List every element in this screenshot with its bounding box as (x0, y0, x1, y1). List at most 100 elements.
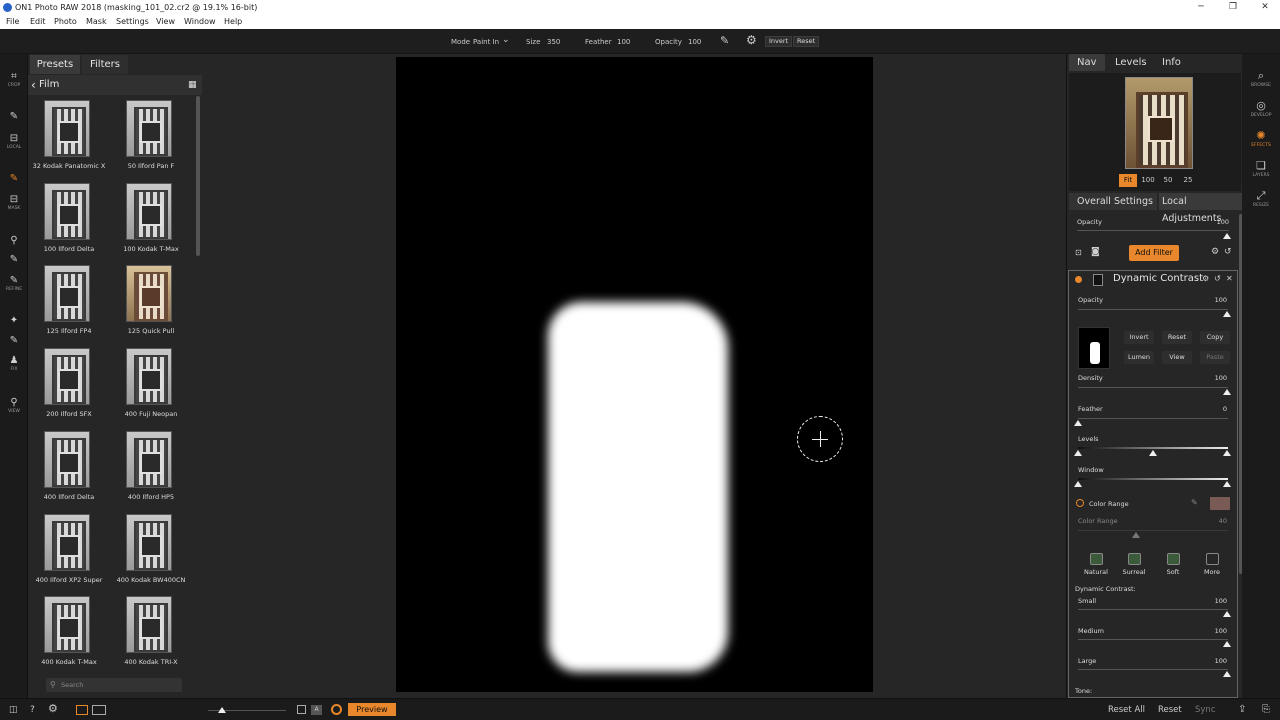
reset-button[interactable]: Reset (1158, 703, 1182, 717)
single-view-icon[interactable] (76, 705, 88, 715)
mask-copy-button[interactable]: Copy (1200, 331, 1230, 344)
levels-mid-handle[interactable] (1149, 450, 1157, 456)
magic-brush-icon[interactable]: ✎ (720, 34, 729, 47)
reset-all-button[interactable]: Reset All (1108, 703, 1145, 717)
mode-dropdown[interactable]: Paint In (473, 38, 499, 46)
close-button[interactable]: ✕ (1250, 0, 1280, 15)
levels-black-handle[interactable] (1074, 450, 1082, 456)
filter-opacity-slider[interactable] (1078, 309, 1228, 310)
zoom-50[interactable]: 50 (1159, 174, 1177, 187)
preset-item[interactable]: 400 Ilford HP5 (110, 427, 192, 509)
slider-handle[interactable] (1223, 671, 1231, 677)
reset-button[interactable]: Reset (793, 36, 820, 47)
slider-handle[interactable] (1223, 611, 1231, 617)
large-slider[interactable] (1078, 669, 1228, 670)
menu-file[interactable]: File (6, 15, 19, 29)
layer-opacity-value[interactable]: 100 (1199, 218, 1229, 226)
slider-handle[interactable] (1223, 311, 1231, 317)
chevron-down-icon[interactable]: ⌄ (502, 35, 510, 45)
reset-icon[interactable]: ↺ (1214, 274, 1221, 283)
menu-view[interactable]: View (156, 15, 175, 29)
slider-handle[interactable] (1223, 233, 1231, 239)
preset-item[interactable]: 400 Fuji Neopan (110, 344, 192, 426)
preset-item[interactable]: 32 Kodak Panatomic X (28, 96, 110, 178)
color-range-toggle[interactable] (1076, 499, 1084, 507)
fix-tool-2[interactable]: ✎ (4, 336, 24, 346)
mask-lumen-button[interactable]: Lumen (1124, 351, 1154, 364)
preset-item[interactable]: 100 Kodak T-Max (110, 179, 192, 261)
menu-window[interactable]: Window (184, 15, 216, 29)
panel-toggle-icon[interactable]: ◫ (9, 703, 18, 717)
layer-opacity-slider[interactable] (1077, 230, 1229, 231)
tab-presets[interactable]: Presets (30, 55, 80, 74)
compare-view-icon[interactable] (92, 705, 106, 715)
density-slider[interactable] (1078, 387, 1228, 388)
eye-icon[interactable]: ◙ (1091, 247, 1100, 257)
canvas-area[interactable] (204, 54, 1066, 698)
gear-icon[interactable]: ⚙ (1202, 274, 1209, 283)
sync-button[interactable]: Sync (1195, 703, 1216, 717)
color-range-slider[interactable] (1078, 530, 1228, 531)
gear-icon[interactable]: ⚙ (1211, 247, 1219, 257)
mode-natural[interactable]: Natural (1082, 553, 1110, 576)
fix-tool-3[interactable]: ♟ FIX (4, 356, 24, 373)
preset-item[interactable]: 400 Kodak BW400CN (110, 510, 192, 592)
maximize-button[interactable]: ❐ (1218, 0, 1248, 15)
zoom-slider-handle[interactable] (218, 707, 226, 713)
slider-handle[interactable] (1074, 420, 1082, 426)
presets-scrollbar[interactable] (196, 96, 200, 256)
menu-mask[interactable]: Mask (86, 15, 107, 29)
mask-preview-image[interactable] (396, 57, 873, 692)
zoom-25[interactable]: 25 (1179, 174, 1197, 187)
window-slider[interactable] (1078, 478, 1228, 480)
navigator[interactable]: Fit 100 50 25 (1069, 73, 1241, 191)
invert-button[interactable]: Invert (765, 36, 793, 47)
filter-mask-thumb-icon[interactable] (1093, 274, 1103, 286)
mask-thumbnail[interactable] (1078, 327, 1110, 369)
tab-levels[interactable]: Levels (1115, 54, 1147, 71)
local-brush-tool[interactable]: ✎ (4, 112, 24, 122)
color-range-value[interactable]: 40 (1197, 517, 1227, 525)
preset-item[interactable]: 100 Ilford Delta (28, 179, 110, 261)
window-low-handle[interactable] (1074, 481, 1082, 487)
preset-item[interactable]: 125 Quick Pull (110, 261, 192, 343)
help-icon[interactable]: ? (30, 703, 35, 717)
eyedropper-icon[interactable]: ✎ (1191, 498, 1198, 507)
medium-slider[interactable] (1078, 639, 1228, 640)
auto-icon[interactable]: A (311, 705, 322, 715)
menu-help[interactable]: Help (224, 15, 242, 29)
gear-icon[interactable]: ⚙ (746, 33, 757, 47)
large-value[interactable]: 100 (1197, 657, 1227, 665)
preset-item[interactable]: 50 Ilford Pan F (110, 96, 192, 178)
chevron-left-icon[interactable]: ‹ (31, 75, 36, 95)
small-slider[interactable] (1078, 609, 1228, 610)
zoom-fit[interactable]: Fit (1119, 174, 1137, 187)
mask-invert-button[interactable]: Invert (1124, 331, 1154, 344)
slider-handle[interactable] (1223, 641, 1231, 647)
mask-paste-button[interactable]: Paste (1200, 351, 1230, 364)
preset-item[interactable]: 400 Ilford XP2 Super (28, 510, 110, 592)
preset-item[interactable]: 400 Kodak T-Max (28, 592, 110, 674)
menu-photo[interactable]: Photo (54, 15, 77, 29)
filter-opacity-value[interactable]: 100 (1197, 296, 1227, 304)
gear-icon[interactable]: ⚙ (48, 702, 58, 716)
menu-edit[interactable]: Edit (30, 15, 46, 29)
module-resize[interactable]: ⤢ RESIZE (1248, 190, 1274, 209)
tab-nav[interactable]: Nav (1069, 54, 1105, 71)
feather-value[interactable]: 100 (617, 38, 630, 46)
levels-white-handle[interactable] (1223, 450, 1231, 456)
add-filter-button[interactable]: Add Filter (1129, 245, 1179, 261)
preset-item[interactable]: 400 Kodak TRI-X (110, 592, 192, 674)
mask-overlay-icon[interactable] (331, 704, 342, 715)
crop-tool[interactable]: ⌗ CROP (4, 72, 24, 89)
mode-soft[interactable]: Soft (1159, 553, 1187, 576)
feather-value[interactable]: 0 (1197, 405, 1227, 413)
mask-view-button[interactable]: View (1162, 351, 1192, 364)
share-icon[interactable]: ⎘ (1262, 703, 1270, 717)
module-browse[interactable]: ⌕ BROWSE (1248, 70, 1274, 89)
window-high-handle[interactable] (1223, 481, 1231, 487)
preview-button[interactable]: Preview (348, 703, 396, 716)
module-develop[interactable]: ◎ DEVELOP (1248, 100, 1274, 119)
masking-brush-tool[interactable]: ✎ (4, 174, 24, 184)
layer-mask-icon[interactable]: ⊡ (1075, 248, 1082, 257)
